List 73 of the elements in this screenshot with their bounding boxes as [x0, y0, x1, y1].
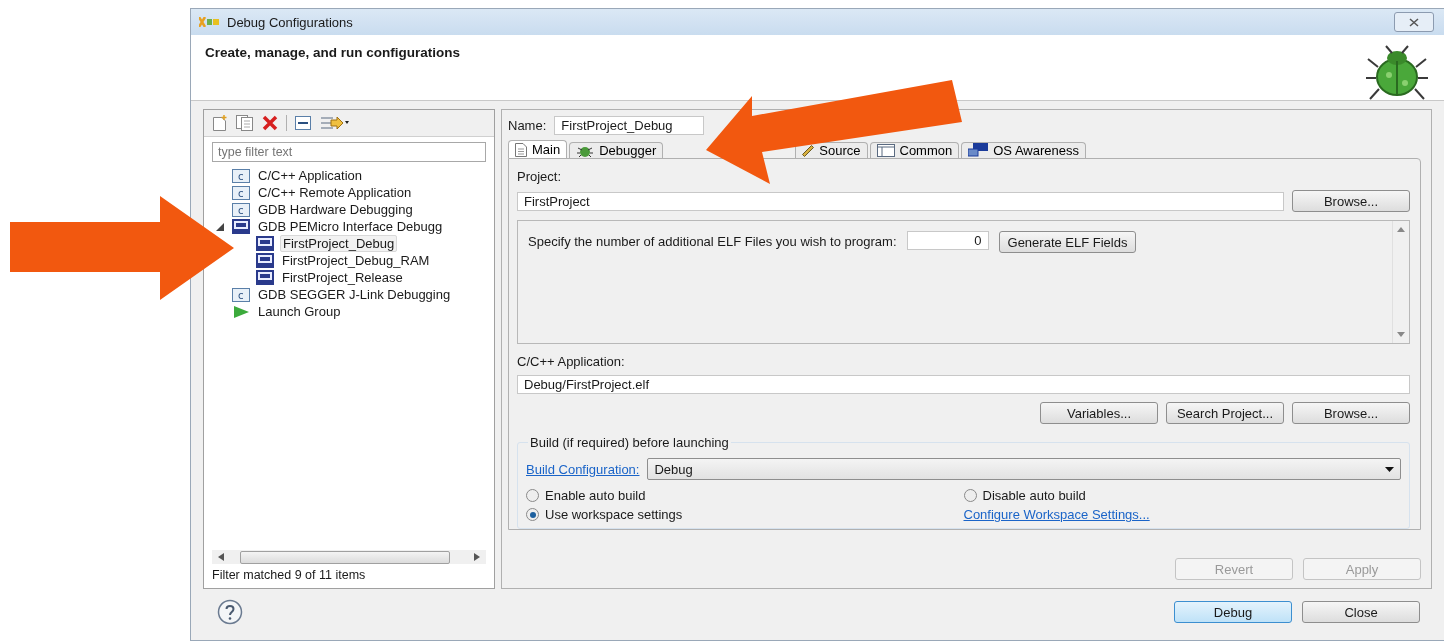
name-label: Name: — [508, 118, 547, 133]
radio-button[interactable] — [526, 489, 539, 502]
generate-elf-button[interactable]: Generate ELF Fields — [998, 231, 1137, 253]
tab[interactable]: Main — [508, 140, 568, 158]
elf-count-field[interactable]: 0 — [906, 231, 989, 250]
c-file-icon: c — [232, 202, 250, 217]
app-button[interactable]: Search Project... — [1166, 402, 1284, 424]
scroll-left-icon[interactable] — [218, 553, 224, 561]
window-title: Debug Configurations — [227, 14, 353, 30]
tab[interactable]: Source — [795, 142, 868, 158]
application-label: C/C++ Application: — [517, 354, 626, 369]
radio-label: Use workspace settings — [545, 507, 683, 522]
application-field[interactable]: Debug/FirstProject.elf — [517, 375, 1410, 394]
filter-icon[interactable] — [319, 115, 349, 131]
app-button[interactable]: Variables... — [1040, 402, 1158, 424]
scroll-down-icon[interactable] — [1397, 332, 1405, 337]
tab[interactable]: Common — [869, 142, 960, 158]
browse-button[interactable]: Browse... — [1292, 190, 1410, 212]
tree-item[interactable]: C/C++ Application — [256, 168, 365, 183]
build-configuration-link[interactable]: Build Configuration: — [526, 461, 640, 477]
pencil-icon — [802, 144, 815, 157]
tree-item[interactable]: C/C++ Remote Application — [256, 185, 414, 200]
pe-icon — [256, 253, 274, 268]
radio-label: Enable auto build — [545, 488, 646, 503]
app-logo-icon — [199, 17, 219, 27]
tree-item[interactable]: FirstProject_Release — [280, 270, 405, 285]
workspace-settings-link[interactable]: Configure Workspace Settings... — [963, 507, 1150, 522]
help-icon[interactable] — [217, 599, 243, 625]
radio-button[interactable] — [526, 508, 539, 521]
table-icon — [876, 144, 895, 157]
header-title: Create, manage, and run configurations — [205, 45, 461, 62]
tab[interactable]: Debugger — [569, 142, 664, 158]
horizontal-scrollbar[interactable] — [212, 550, 486, 564]
delete-icon[interactable] — [262, 115, 278, 131]
c-file-icon: c — [232, 168, 250, 183]
scroll-up-icon[interactable] — [1397, 227, 1405, 232]
c-file-icon: c — [232, 287, 250, 302]
close-icon — [1409, 17, 1419, 27]
app-button[interactable]: Browse... — [1292, 402, 1410, 424]
radio-label: Disable auto build — [982, 488, 1086, 503]
tree-item[interactable]: Launch Group — [256, 304, 343, 319]
tree-item[interactable]: FirstProject_Debug — [280, 235, 398, 252]
pe-icon — [232, 219, 250, 234]
dialog-button[interactable]: Close — [1302, 601, 1420, 623]
tree-item[interactable]: GDB PEMicro Interface Debugg — [256, 219, 445, 234]
duplicate-icon[interactable] — [236, 115, 254, 131]
pe-icon — [256, 270, 274, 285]
caret-icon — [1385, 466, 1394, 472]
build-configuration-dropdown[interactable]: Debug — [647, 458, 1401, 480]
dialog-button[interactable]: Debug — [1174, 601, 1292, 623]
os-icon — [968, 143, 989, 158]
tree-item[interactable]: GDB Hardware Debugging — [256, 202, 415, 217]
filter-status: Filter matched 9 of 11 items — [211, 567, 367, 584]
close-button[interactable] — [1394, 12, 1434, 32]
elf-count-label: Specify the number of additional ELF Files you wish to program: — [528, 234, 897, 249]
project-label: Project: — [517, 169, 563, 184]
document-icon — [515, 142, 527, 157]
filter-field[interactable]: type filter text — [212, 142, 486, 162]
radio-button[interactable] — [963, 489, 977, 502]
scroll-right-icon[interactable] — [474, 553, 480, 561]
bug-icon — [1364, 45, 1430, 101]
tab[interactable]: OS Awareness — [961, 142, 1086, 158]
c-file-icon: c — [232, 185, 250, 200]
new-document-icon[interactable] — [212, 115, 228, 131]
play-icon — [232, 304, 250, 319]
pe-icon — [256, 236, 274, 251]
tree-item[interactable]: GDB SEGGER J-Link Debugging — [256, 287, 453, 302]
project-field[interactable]: FirstProject — [517, 191, 1284, 211]
group-title: Build (if required) before launching — [528, 435, 731, 450]
tree-item[interactable]: FirstProject_Debug_RAM — [280, 253, 432, 268]
collapse-all-icon[interactable] — [295, 116, 311, 130]
name-field[interactable]: FirstProject_Debug — [554, 116, 705, 135]
expanded-triangle-icon[interactable] — [216, 222, 224, 231]
